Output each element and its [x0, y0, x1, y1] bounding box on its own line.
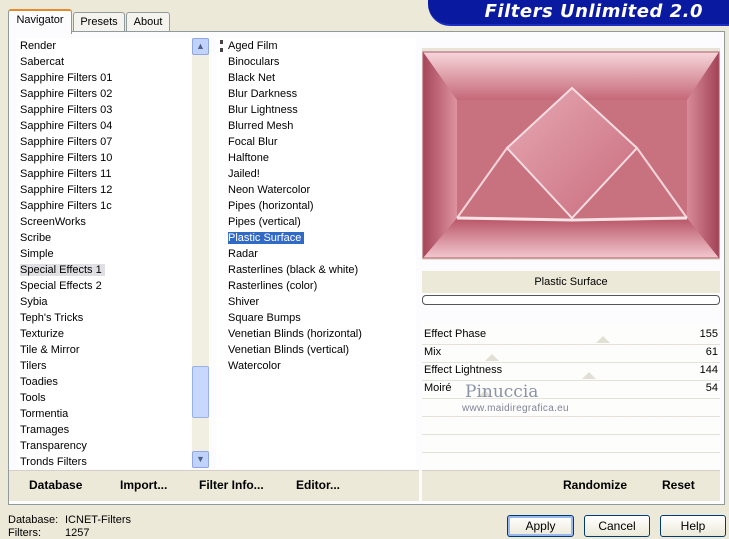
- filter-item[interactable]: Halftone: [224, 150, 416, 166]
- database-button[interactable]: Database: [29, 478, 82, 492]
- filter-item[interactable]: Shiver: [224, 294, 416, 310]
- database-value: ICNET-Filters: [65, 514, 131, 526]
- category-item[interactable]: Teph's Tricks: [16, 310, 191, 326]
- editor-button[interactable]: Editor...: [296, 478, 340, 492]
- param-value: 61: [705, 346, 718, 358]
- category-list[interactable]: Render Sabercat Sapphire Filters 01 Sapp…: [16, 38, 191, 468]
- slider-thumb[interactable]: [596, 336, 610, 343]
- import-button[interactable]: Import...: [120, 478, 167, 492]
- grip-icon: [220, 40, 226, 52]
- category-item[interactable]: Toadies: [16, 374, 191, 390]
- filter-preview: [422, 48, 720, 260]
- randomize-button[interactable]: Randomize: [563, 478, 627, 492]
- tab-navigator[interactable]: Navigator: [8, 9, 72, 34]
- category-item[interactable]: Sapphire Filters 01: [16, 70, 191, 86]
- category-item-selected[interactable]: Special Effects 1: [16, 262, 191, 278]
- category-item[interactable]: Sapphire Filters 04: [16, 118, 191, 134]
- param-value: 155: [699, 328, 718, 340]
- filter-item[interactable]: Radar: [224, 246, 416, 262]
- preview-image: [422, 48, 720, 260]
- filter-item[interactable]: Binoculars: [224, 54, 416, 70]
- progress-bar: [422, 295, 720, 305]
- param-empty-row: [422, 434, 720, 453]
- filter-item[interactable]: Blurred Mesh: [224, 118, 416, 134]
- category-item[interactable]: Sapphire Filters 11: [16, 166, 191, 182]
- category-item[interactable]: Tile & Mirror: [16, 342, 191, 358]
- param-empty-row: [422, 416, 720, 435]
- category-item[interactable]: Render: [16, 38, 191, 54]
- filter-item[interactable]: Watercolor: [224, 358, 416, 374]
- watermark-url: www.maidiregrafica.eu: [462, 403, 569, 414]
- slider-thumb[interactable]: [582, 372, 596, 379]
- filters-count-value: 1257: [65, 527, 90, 539]
- filters-count-label: Filters:: [8, 527, 41, 539]
- category-item[interactable]: Sapphire Filters 1c: [16, 198, 191, 214]
- filter-item[interactable]: Venetian Blinds (horizontal): [224, 326, 416, 342]
- category-item[interactable]: Tronds Filters: [16, 454, 191, 468]
- category-item[interactable]: Sapphire Filters 03: [16, 102, 191, 118]
- category-item[interactable]: Transparency: [16, 438, 191, 454]
- watermark-name: Pinuccia: [465, 382, 539, 402]
- category-item[interactable]: Sapphire Filters 10: [16, 150, 191, 166]
- database-label: Database:: [8, 514, 59, 526]
- category-item[interactable]: Sabercat: [16, 54, 191, 70]
- filter-item[interactable]: Blur Lightness: [224, 102, 416, 118]
- filter-item-selected[interactable]: Plastic Surface: [224, 230, 416, 246]
- category-item[interactable]: Sapphire Filters 07: [16, 134, 191, 150]
- param-name: Effect Lightness: [424, 364, 503, 376]
- filter-item[interactable]: Square Bumps: [224, 310, 416, 326]
- param-effect-phase[interactable]: Effect Phase 155: [422, 326, 720, 345]
- filter-item[interactable]: Pipes (vertical): [224, 214, 416, 230]
- filter-list[interactable]: Aged Film Binoculars Black Net Blur Dark…: [216, 38, 416, 468]
- filter-item[interactable]: Black Net: [224, 70, 416, 86]
- param-mix[interactable]: Mix 61: [422, 344, 720, 363]
- param-effect-lightness[interactable]: Effect Lightness 144: [422, 362, 720, 381]
- filter-item[interactable]: Blur Darkness: [224, 86, 416, 102]
- list-action-bar: Database Import... Filter Info... Editor…: [9, 470, 419, 501]
- scroll-down-icon[interactable]: ▼: [192, 451, 209, 468]
- category-item[interactable]: Tramages: [16, 422, 191, 438]
- filter-item[interactable]: Neon Watercolor: [224, 182, 416, 198]
- title-banner: Filters Unlimited 2.0: [428, 0, 729, 26]
- filter-item[interactable]: Pipes (horizontal): [224, 198, 416, 214]
- filter-item[interactable]: Aged Film: [224, 38, 416, 54]
- category-item[interactable]: Sapphire Filters 12: [16, 182, 191, 198]
- category-item[interactable]: Simple: [16, 246, 191, 262]
- category-item[interactable]: Special Effects 2: [16, 278, 191, 294]
- tab-about[interactable]: About: [126, 12, 170, 32]
- category-item[interactable]: Texturize: [16, 326, 191, 342]
- apply-button[interactable]: Apply: [507, 515, 574, 537]
- category-scrollbar[interactable]: ▲ ▼: [192, 38, 209, 468]
- filter-item[interactable]: Focal Blur: [224, 134, 416, 150]
- category-item[interactable]: Tormentia: [16, 406, 191, 422]
- category-item[interactable]: Tools: [16, 390, 191, 406]
- category-item[interactable]: Sybia: [16, 294, 191, 310]
- param-name: Effect Phase: [424, 328, 487, 340]
- banner-title: Filters Unlimited 2.0: [484, 1, 703, 22]
- filter-item[interactable]: Rasterlines (black & white): [224, 262, 416, 278]
- filter-item[interactable]: Venetian Blinds (vertical): [224, 342, 416, 358]
- filter-item[interactable]: Rasterlines (color): [224, 278, 416, 294]
- param-name: Moiré: [424, 382, 452, 394]
- category-item[interactable]: ScreenWorks: [16, 214, 191, 230]
- tab-presets[interactable]: Presets: [73, 12, 125, 32]
- param-name: Mix: [424, 346, 442, 358]
- cancel-button[interactable]: Cancel: [584, 515, 650, 537]
- param-value: 54: [705, 382, 718, 394]
- filter-name-label: Plastic Surface: [422, 271, 720, 293]
- slider-thumb[interactable]: [485, 354, 499, 361]
- scroll-thumb[interactable]: [192, 366, 209, 418]
- category-item[interactable]: Scribe: [16, 230, 191, 246]
- scroll-up-icon[interactable]: ▲: [192, 38, 209, 55]
- filter-info-button[interactable]: Filter Info...: [199, 478, 264, 492]
- param-value: 144: [699, 364, 718, 376]
- help-button[interactable]: Help: [660, 515, 726, 537]
- filter-item[interactable]: Jailed!: [224, 166, 416, 182]
- reset-button[interactable]: Reset: [662, 478, 695, 492]
- params-action-bar: Randomize Reset: [422, 470, 720, 501]
- category-item[interactable]: Sapphire Filters 02: [16, 86, 191, 102]
- category-item[interactable]: Tilers: [16, 358, 191, 374]
